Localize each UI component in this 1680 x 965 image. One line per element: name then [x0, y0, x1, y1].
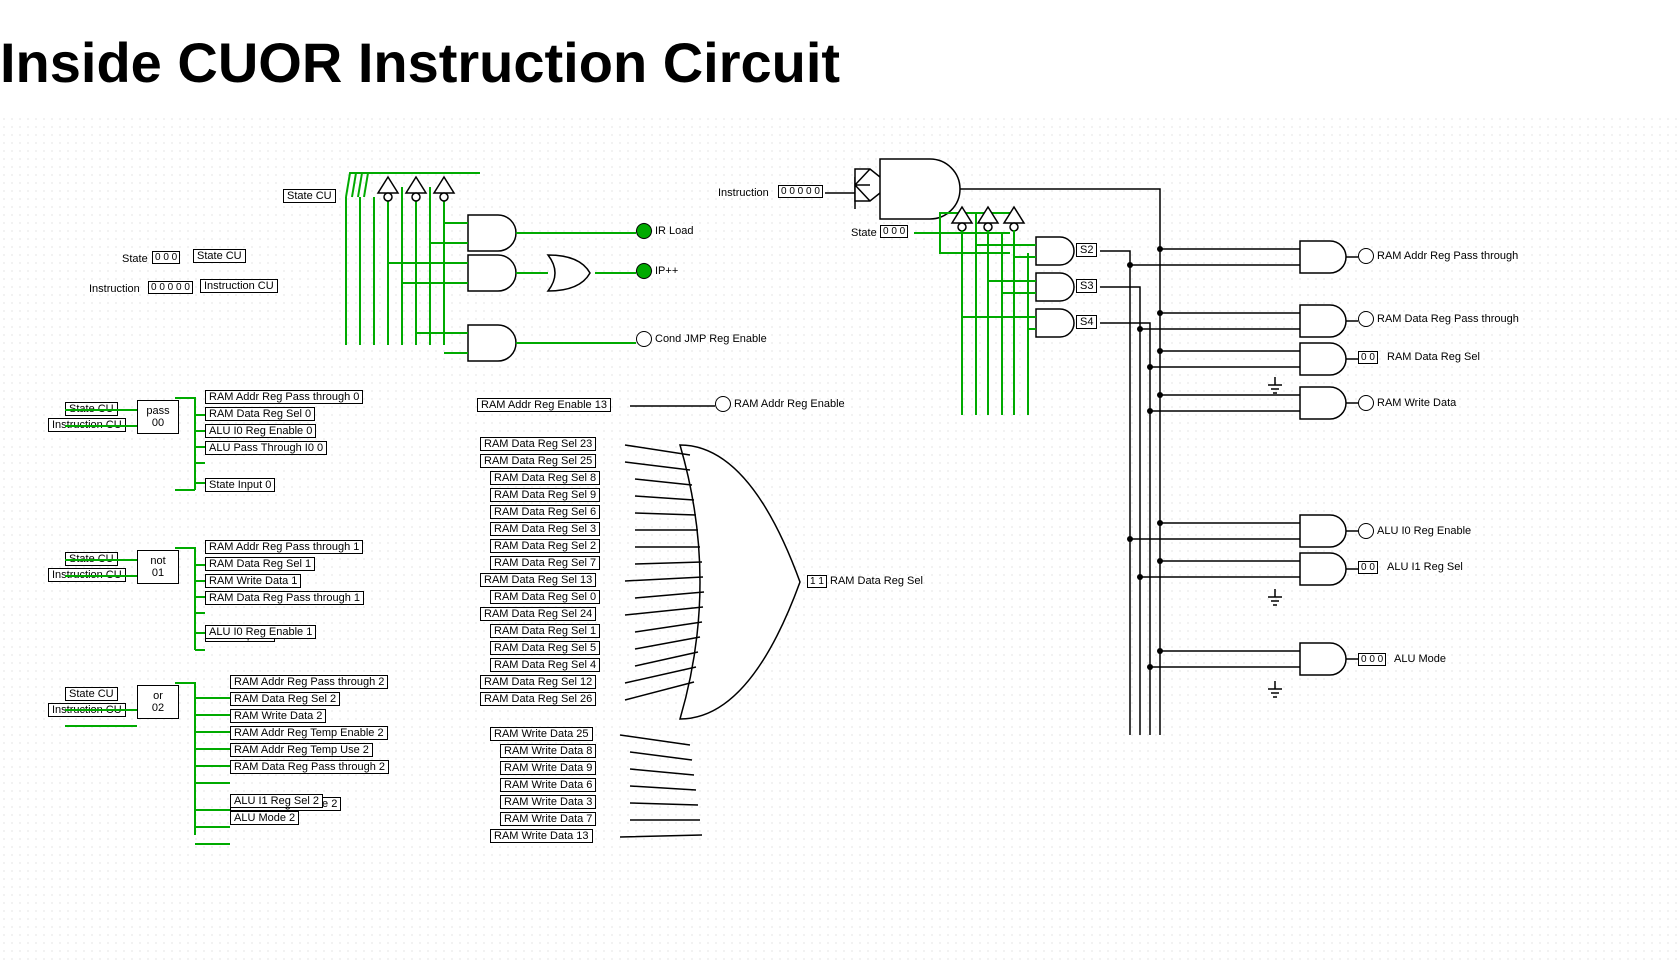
wiring-svg — [0, 115, 1680, 965]
title-left: Inside CU — [0, 30, 258, 95]
title-right: OR Instruction Circuit — [258, 30, 840, 95]
circuit-canvas: State 0 0 0 State CU Instruction 0 0 0 0… — [0, 115, 1680, 965]
